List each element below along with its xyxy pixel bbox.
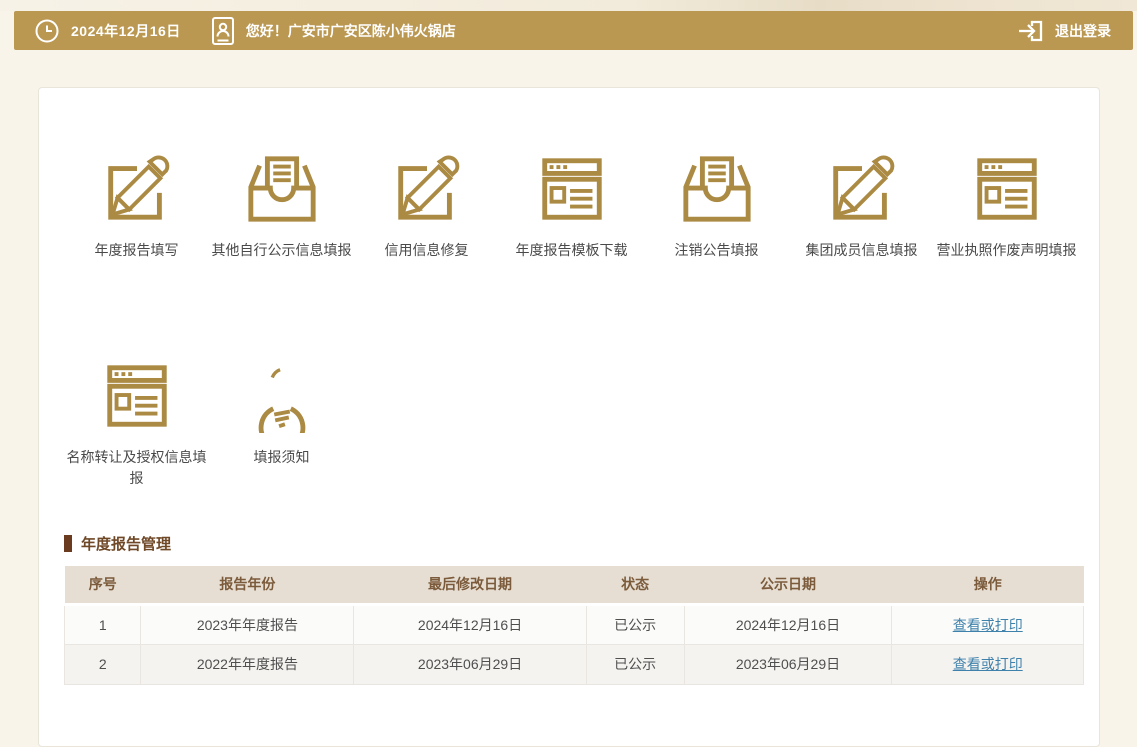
menu-item-license-void-statement[interactable]: 营业执照作废声明填报 bbox=[934, 152, 1079, 261]
header-status: 状态 bbox=[586, 566, 684, 604]
edit-icon bbox=[390, 152, 464, 226]
menu-row-1: 年度报告填写 其他自行公示信息填报 信用信息修复 年度报告模板下载 注销公告填报… bbox=[64, 152, 1084, 261]
main-card: 年度报告填写 其他自行公示信息填报 信用信息修复 年度报告模板下载 注销公告填报… bbox=[38, 87, 1100, 747]
menu-item-filing-instructions[interactable]: 填报须知 bbox=[209, 359, 354, 489]
inbox-icon bbox=[680, 152, 754, 226]
cell-serial: 2 bbox=[65, 644, 141, 684]
table-header-row: 序号 报告年份 最后修改日期 状态 公示日期 操作 bbox=[65, 566, 1084, 604]
cell-report-year: 2022年年度报告 bbox=[141, 644, 354, 684]
menu-item-name-transfer-auth[interactable]: 名称转让及授权信息填报 bbox=[64, 359, 209, 489]
date-group: 2024年12月16日 bbox=[34, 18, 181, 44]
edit-icon bbox=[825, 152, 899, 226]
webpage-icon bbox=[100, 359, 174, 433]
view-or-print-link[interactable]: 查看或打印 bbox=[953, 617, 1023, 633]
menu-item-label: 名称转让及授权信息填报 bbox=[64, 447, 209, 489]
menu-item-template-download[interactable]: 年度报告模板下载 bbox=[499, 152, 644, 261]
cell-report-year: 2023年年度报告 bbox=[141, 604, 354, 644]
logout-icon[interactable] bbox=[1015, 16, 1045, 46]
menu-item-group-member-info[interactable]: 集团成员信息填报 bbox=[789, 152, 934, 261]
top-bar: 2024年12月16日 您好！广安市广安区陈小伟火锅店 退出登录 bbox=[14, 11, 1133, 50]
cell-status: 已公示 bbox=[586, 604, 684, 644]
edit-icon bbox=[100, 152, 174, 226]
page-background-strip bbox=[0, 0, 1137, 11]
user-group: 您好！广安市广安区陈小伟火锅店 bbox=[211, 16, 456, 46]
view-or-print-link[interactable]: 查看或打印 bbox=[953, 656, 1023, 672]
menu-item-label: 集团成员信息填报 bbox=[806, 240, 918, 261]
cell-publish-date: 2023年06月29日 bbox=[684, 644, 892, 684]
header-serial: 序号 bbox=[65, 566, 141, 604]
logout-button[interactable]: 退出登录 bbox=[1015, 16, 1111, 46]
header-publish-date: 公示日期 bbox=[684, 566, 892, 604]
logout-label: 退出登录 bbox=[1055, 21, 1111, 41]
cell-status: 已公示 bbox=[586, 644, 684, 684]
webpage-icon bbox=[535, 152, 609, 226]
menu-item-label: 营业执照作废声明填报 bbox=[937, 240, 1077, 261]
cell-publish-date: 2024年12月16日 bbox=[684, 604, 892, 644]
menu-item-annual-report-fill[interactable]: 年度报告填写 bbox=[64, 152, 209, 261]
annual-report-table: 序号 报告年份 最后修改日期 状态 公示日期 操作 1 2023年年度报告 20… bbox=[64, 566, 1084, 685]
menu-row-2: 名称转让及授权信息填报 填报须知 bbox=[64, 359, 1084, 489]
current-date: 2024年12月16日 bbox=[71, 21, 181, 41]
table-row: 1 2023年年度报告 2024年12月16日 已公示 2024年12月16日 … bbox=[65, 604, 1084, 644]
menu-item-other-disclosure[interactable]: 其他自行公示信息填报 bbox=[209, 152, 354, 261]
menu-item-label: 其他自行公示信息填报 bbox=[212, 240, 352, 261]
section-title-text: 年度报告管理 bbox=[81, 533, 171, 554]
clock-icon bbox=[34, 18, 60, 44]
menu-item-credit-repair[interactable]: 信用信息修复 bbox=[354, 152, 499, 261]
cell-serial: 1 bbox=[65, 604, 141, 644]
table-row: 2 2022年年度报告 2023年06月29日 已公示 2023年06月29日 … bbox=[65, 644, 1084, 684]
menu-item-label: 年度报告模板下载 bbox=[516, 240, 628, 261]
annual-report-section-title: 年度报告管理 bbox=[64, 533, 1084, 554]
menu-item-label: 信用信息修复 bbox=[385, 240, 469, 261]
lightbulb-icon bbox=[245, 359, 319, 433]
id-badge-icon bbox=[211, 16, 235, 46]
webpage-icon bbox=[970, 152, 1044, 226]
inbox-icon bbox=[245, 152, 319, 226]
menu-item-label: 填报须知 bbox=[254, 447, 310, 468]
header-report-year: 报告年份 bbox=[141, 566, 354, 604]
section-marker bbox=[64, 535, 72, 552]
cell-last-modified: 2023年06月29日 bbox=[354, 644, 586, 684]
menu-item-cancellation-notice[interactable]: 注销公告填报 bbox=[644, 152, 789, 261]
user-greeting: 您好！广安市广安区陈小伟火锅店 bbox=[246, 21, 456, 41]
menu-item-label: 注销公告填报 bbox=[675, 240, 759, 261]
header-last-modified: 最后修改日期 bbox=[354, 566, 586, 604]
cell-last-modified: 2024年12月16日 bbox=[354, 604, 586, 644]
header-operation: 操作 bbox=[892, 566, 1084, 604]
menu-item-label: 年度报告填写 bbox=[95, 240, 179, 261]
